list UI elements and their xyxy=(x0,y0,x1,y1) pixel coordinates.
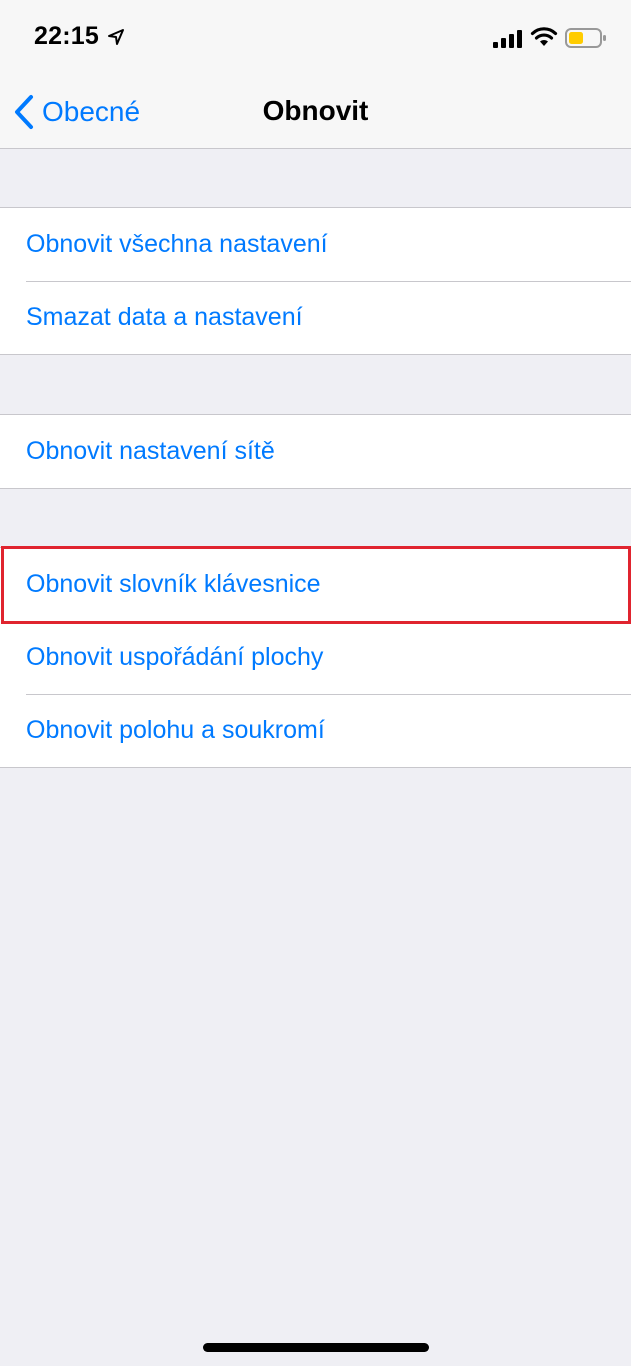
battery-icon xyxy=(565,28,606,48)
home-indicator[interactable] xyxy=(203,1343,429,1352)
navigation-bar: Obnovit Obecné xyxy=(0,80,631,149)
status-bar: 22:15 xyxy=(0,0,631,80)
cellular-signal-icon xyxy=(493,30,522,48)
list-item-reset-network-settings[interactable]: Obnovit nastavení sítě xyxy=(0,415,631,488)
list-item-erase-all-content[interactable]: Smazat data a nastavení xyxy=(0,281,631,354)
settings-group-other: Obnovit slovník klávesnice Obnovit uspoř… xyxy=(0,547,631,768)
list-item-label: Obnovit uspořádání plochy xyxy=(26,643,324,671)
back-button[interactable]: Obecné xyxy=(12,90,140,134)
list-item-reset-keyboard-dictionary[interactable]: Obnovit slovník klávesnice xyxy=(0,548,631,621)
list-item-reset-location-privacy[interactable]: Obnovit polohu a soukromí xyxy=(0,694,631,767)
list-item-label: Smazat data a nastavení xyxy=(26,303,303,331)
list-item-reset-all-settings[interactable]: Obnovit všechna nastavení xyxy=(0,208,631,281)
list-item-reset-home-screen-layout[interactable]: Obnovit uspořádání plochy xyxy=(0,621,631,694)
settings-group-reset-all: Obnovit všechna nastavení Smazat data a … xyxy=(0,207,631,355)
location-arrow-icon xyxy=(108,29,124,45)
list-item-label: Obnovit všechna nastavení xyxy=(26,230,328,258)
list-item-label: Obnovit nastavení sítě xyxy=(26,437,275,465)
back-button-label: Obecné xyxy=(42,96,141,127)
chevron-left-icon xyxy=(15,95,33,129)
list-item-label: Obnovit slovník klávesnice xyxy=(26,570,321,598)
status-time: 22:15 xyxy=(34,22,99,50)
settings-group-network: Obnovit nastavení sítě xyxy=(0,414,631,489)
wifi-icon xyxy=(530,27,558,46)
list-item-label: Obnovit polohu a soukromí xyxy=(26,716,325,744)
